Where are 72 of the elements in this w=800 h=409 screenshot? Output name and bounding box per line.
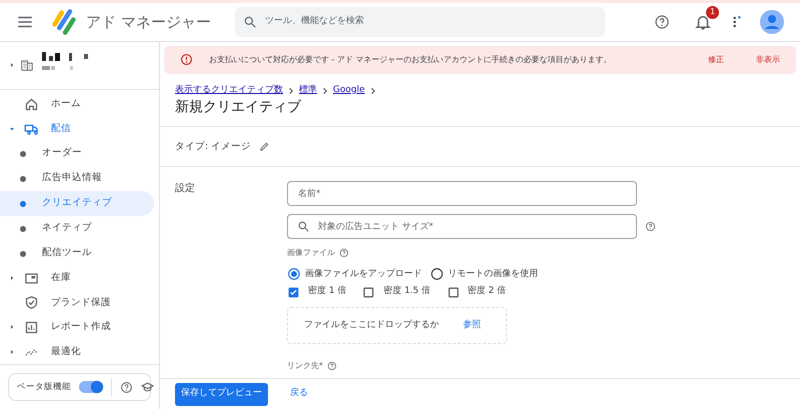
chevron-icon — [321, 86, 329, 95]
name-field[interactable]: 名前* — [287, 181, 637, 206]
radio-label: リモートの画像を使用 — [448, 268, 538, 281]
chart-icon — [24, 320, 39, 335]
chevron-icon — [368, 86, 377, 95]
checkbox[interactable] — [446, 286, 460, 299]
alert-action[interactable]: 修正 — [700, 52, 732, 67]
nav-item[interactable]: ホーム — [0, 92, 159, 116]
graduation-cap-icon[interactable] — [141, 380, 154, 394]
checkbox-label: 密度 1 倍 — [308, 285, 346, 298]
drop-zone-text: ファイルをここにドロップするか — [304, 318, 439, 332]
inventory-icon — [24, 270, 39, 286]
nav-item[interactable]: ブランド保護 — [0, 290, 159, 315]
bullet-icon — [20, 200, 26, 206]
app-title: アド マネージャー — [86, 12, 211, 33]
alert-message: お支払いについて対応が必要です - アド マネージャーのお支払いアカウントに手続きの必要な項目があります。 — [209, 54, 613, 66]
expand-caret[interactable] — [8, 323, 16, 332]
nav-subitem[interactable]: 広告申込情報 — [0, 166, 154, 191]
radio-button[interactable] — [430, 267, 444, 282]
help-icon[interactable] — [339, 248, 349, 258]
search-icon — [242, 14, 257, 29]
breadcrumb-link[interactable]: 標準 — [299, 84, 317, 98]
nav-item[interactable]: レポート作成 — [0, 315, 159, 340]
bullet-icon — [20, 250, 26, 256]
avatar-icon[interactable] — [760, 10, 784, 34]
breadcrumb-link[interactable]: Google — [333, 84, 365, 98]
save-preview-button[interactable]: 保存してプレビュー — [175, 382, 268, 406]
help-icon[interactable] — [327, 360, 337, 371]
checkbox[interactable] — [287, 286, 300, 299]
checkbox[interactable] — [362, 286, 376, 299]
bullet-icon — [20, 226, 26, 232]
nav-subitem[interactable]: クリエイティブ — [0, 191, 154, 216]
expand-caret[interactable] — [8, 348, 16, 356]
help-icon[interactable] — [120, 380, 133, 394]
building-icon — [20, 58, 34, 72]
field-label: 画像ファイル — [287, 247, 335, 260]
search-icon — [297, 220, 310, 234]
radio-label: 画像ファイルをアップロード — [305, 268, 422, 281]
nav-subitem[interactable]: 配信ツール — [0, 241, 154, 266]
radio-button[interactable] — [287, 267, 301, 282]
nav-item[interactable]: 在庫 — [0, 266, 159, 290]
pencil-icon[interactable] — [259, 141, 270, 152]
search-field[interactable]: ツール、機能などを検索 — [234, 6, 605, 37]
breadcrumb-link[interactable]: 表示するクリエイティブ数 — [175, 84, 283, 98]
back-button[interactable]: 戻る — [284, 386, 314, 402]
logo-icon — [50, 8, 78, 36]
nav-item[interactable]: 最適化 — [0, 340, 159, 364]
section-label: 設定 — [175, 182, 196, 196]
notification-badge: 1 — [706, 6, 719, 19]
home-icon — [24, 96, 39, 112]
nav-subitem[interactable]: オーダー — [0, 141, 154, 166]
nav-subitem[interactable]: ネイティブ — [0, 216, 154, 241]
checkbox-label: 密度 2 倍 — [468, 285, 506, 298]
chevron-icon — [287, 86, 295, 95]
page-title: 新規クリエイティブ — [175, 98, 302, 118]
nav-item[interactable]: 配信 — [0, 116, 159, 141]
expand-caret[interactable] — [8, 61, 16, 70]
field-label: リンク先* — [287, 360, 323, 372]
shield-icon — [24, 295, 39, 310]
help-icon[interactable] — [654, 14, 670, 30]
alert-action[interactable]: 非表示 — [748, 52, 788, 67]
bullet-icon — [20, 150, 26, 156]
ad-unit-size-field[interactable]: 対象の広告ユニット サイズ* — [287, 214, 637, 240]
help-icon[interactable] — [645, 221, 656, 232]
checkbox-label: 密度 1.5 倍 — [383, 285, 430, 298]
type-label: タイプ: イメージ — [175, 140, 252, 154]
bullet-icon — [20, 176, 26, 182]
beta-label: ベータ版機能 — [17, 380, 71, 394]
error-icon — [180, 53, 193, 66]
beta-toggle[interactable] — [79, 381, 103, 393]
browse-link[interactable]: 参照 — [463, 318, 481, 332]
expand-caret[interactable] — [8, 274, 16, 282]
